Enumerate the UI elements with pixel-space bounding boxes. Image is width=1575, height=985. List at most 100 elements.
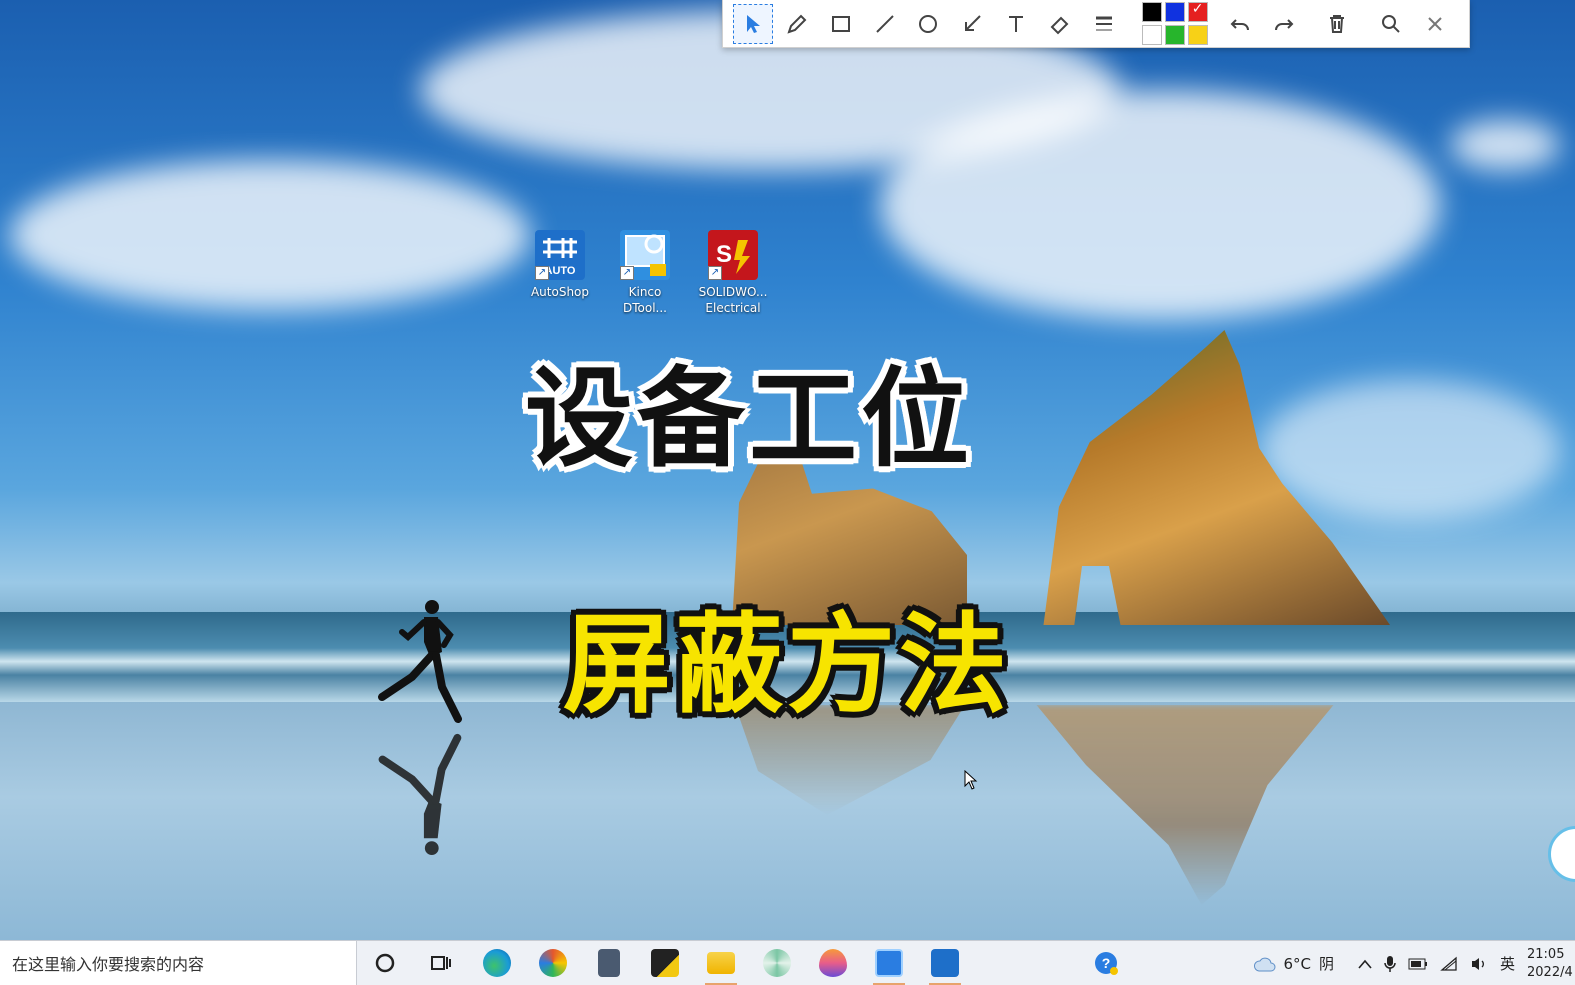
show-hidden-icons-button[interactable]	[1358, 959, 1372, 969]
shortcut-arrow-icon: ↗	[708, 266, 722, 280]
text-icon	[1009, 15, 1024, 32]
flame-app-icon	[819, 949, 847, 977]
desktop-icon-autoshop[interactable]: AUTO ↗ AutoShop	[515, 230, 605, 300]
delete-button[interactable]	[1317, 4, 1357, 44]
text-tool-button[interactable]	[996, 4, 1036, 44]
sticky-notes-icon	[651, 949, 679, 977]
runner-silhouette	[378, 600, 462, 723]
circle-icon	[919, 14, 938, 33]
weather-widget[interactable]: 6°C 阴	[1253, 953, 1334, 974]
pen-tool-button[interactable]	[777, 4, 817, 44]
weather-description: 阴	[1318, 955, 1334, 973]
microphone-tray-button[interactable]	[1384, 955, 1396, 973]
eraser-icon	[1050, 16, 1069, 34]
taskbar-app-pinwheel[interactable]	[749, 941, 805, 985]
mouse-cursor-icon	[964, 770, 978, 790]
autoshop-taskbar-icon	[931, 949, 959, 977]
taskbar-task-view-button[interactable]	[413, 941, 469, 985]
rectangle-tool-button[interactable]	[821, 4, 861, 44]
svg-text:AUTO: AUTO	[545, 265, 576, 277]
network-tray-button[interactable]	[1440, 956, 1458, 972]
line-width-icon	[1095, 16, 1112, 30]
close-icon	[1428, 16, 1442, 31]
desktop-icon-label: Kinco	[628, 285, 662, 299]
edge-icon	[483, 949, 511, 977]
volume-tray-button[interactable]	[1470, 956, 1488, 972]
taskbar-app-edge[interactable]	[469, 941, 525, 985]
taskbar-app-calculator[interactable]	[581, 941, 637, 985]
eraser-tool-button[interactable]	[1040, 4, 1080, 44]
battery-tray-button[interactable]	[1408, 958, 1428, 970]
color-swatch-yellow[interactable]	[1187, 25, 1208, 45]
help-icon: ?	[1095, 952, 1118, 975]
solidworks-electrical-icon: S ↗	[708, 230, 758, 280]
taskbar-help-button[interactable]: ?	[1078, 941, 1134, 985]
taskbar-app-sticky-notes[interactable]	[637, 941, 693, 985]
color-swatch-white[interactable]	[1141, 25, 1162, 45]
rectangle-icon	[831, 15, 850, 32]
taskbar-app-screenshot[interactable]	[861, 941, 917, 985]
chevron-up-icon	[1358, 959, 1372, 969]
magnifier-icon	[1382, 14, 1400, 33]
desktop-icon-kinco-dtool[interactable]: ↗ Kinco DTool...	[600, 230, 690, 316]
calculator-icon	[598, 949, 620, 977]
select-tool-button[interactable]	[733, 3, 773, 44]
pencil-icon	[787, 14, 807, 34]
arrow-tool-button[interactable]	[952, 4, 992, 44]
close-toolbar-button[interactable]	[1415, 4, 1455, 44]
desktop-icon-solidworks-electrical[interactable]: S ↗ SOLIDWO... Electrical	[688, 230, 778, 316]
pinwheel-app-icon	[763, 949, 791, 977]
redo-icon	[1274, 18, 1293, 30]
shortcut-arrow-icon: ↗	[535, 266, 549, 280]
desktop-icon-label: AutoShop	[530, 285, 590, 299]
cloud	[1260, 380, 1560, 520]
taskbar-app-file-explorer[interactable]	[693, 941, 749, 985]
taskbar-app-flame[interactable]	[805, 941, 861, 985]
input-method-indicator[interactable]: 英	[1500, 953, 1515, 974]
cortana-icon	[375, 953, 395, 973]
color-palette: ✓	[1141, 1, 1208, 45]
desktop-icon-label: Electrical	[705, 301, 761, 315]
taskbar-cortana-button[interactable]	[357, 941, 413, 985]
taskbar-app-autoshop[interactable]	[917, 941, 973, 985]
clock-time: 21:05	[1527, 946, 1565, 962]
taskbar-clock[interactable]: 21:05 2022/4	[1527, 946, 1575, 982]
desktop-icon-label: DTool...	[623, 301, 667, 315]
system-tray: 6°C 阴 英 21:05 2022/4	[1247, 941, 1575, 985]
cloud	[10, 160, 530, 310]
svg-text:?: ?	[1102, 955, 1111, 971]
redo-button[interactable]	[1264, 4, 1304, 44]
paint-icon	[539, 949, 567, 977]
wifi-icon	[1440, 956, 1457, 971]
color-swatch-green[interactable]	[1164, 25, 1185, 45]
color-swatch-red[interactable]: ✓	[1187, 1, 1208, 22]
line-icon	[875, 14, 894, 33]
undo-button[interactable]	[1220, 4, 1260, 44]
cloud-icon	[1254, 957, 1276, 971]
weather-temperature: 6°C	[1283, 954, 1311, 973]
taskbar-search-box[interactable]: 在这里输入你要搜索的内容	[0, 940, 357, 985]
color-swatch-black[interactable]	[1141, 2, 1162, 22]
svg-text:S: S	[716, 241, 732, 268]
checkmark-icon: ✓	[1191, 1, 1204, 17]
desktop-icon-label: SOLIDWO...	[698, 285, 768, 299]
file-explorer-icon	[707, 952, 735, 974]
color-swatch-blue[interactable]	[1164, 2, 1185, 22]
speaker-icon	[1471, 957, 1484, 970]
video-caption-subtitle: 屏蔽方法	[563, 603, 1012, 728]
shortcut-arrow-icon: ↗	[620, 266, 634, 280]
battery-icon	[1408, 958, 1427, 969]
clock-date: 2022/4	[1527, 964, 1573, 980]
arrow-icon	[965, 14, 981, 31]
undo-icon	[1230, 18, 1249, 30]
line-tool-button[interactable]	[865, 4, 905, 44]
taskbar-app-paint[interactable]	[525, 941, 581, 985]
video-caption-title: 设备工位	[525, 357, 974, 482]
cloud	[880, 90, 1440, 320]
screenshot-app-icon	[875, 949, 903, 977]
taskbar: 在这里输入你要搜索的内容 ? 6°C 阴 英 21:05 2022/4	[0, 940, 1575, 985]
zoom-button[interactable]	[1371, 4, 1411, 44]
line-width-tool-button[interactable]	[1084, 4, 1124, 44]
cloud	[1450, 120, 1560, 170]
circle-tool-button[interactable]	[908, 4, 948, 44]
